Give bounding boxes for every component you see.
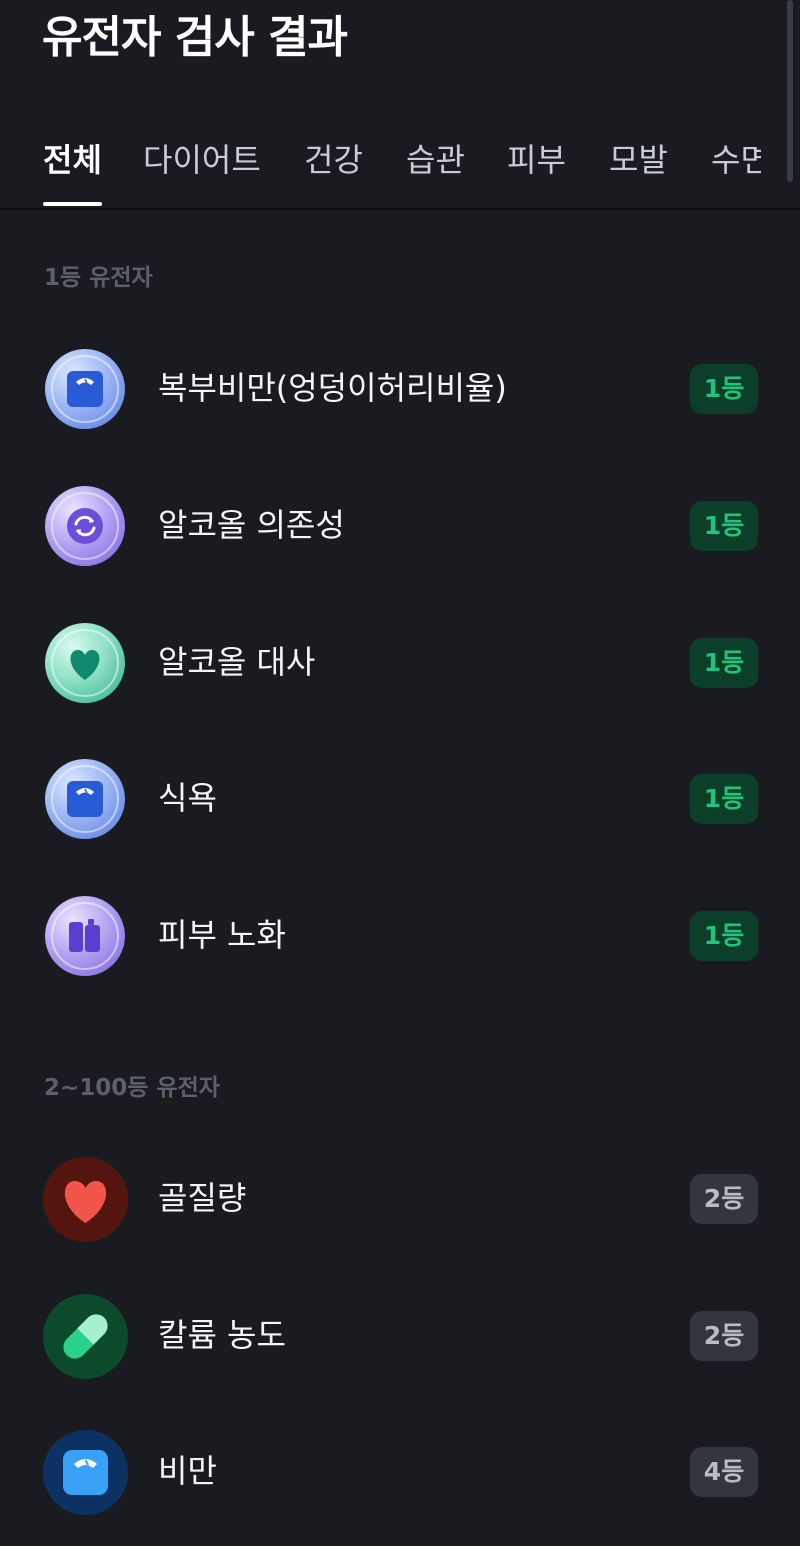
tab-habit[interactable]: 습관 [406,138,465,182]
refresh-icon [44,485,126,567]
list-item[interactable]: 복부비만(엉덩이허리비율) 1등 [0,338,800,438]
cosmetics-icon [44,895,126,977]
rank-badge: 1등 [690,638,758,688]
tab-hair[interactable]: 모발 [609,138,668,182]
section-header-other-rank: 2~100등 유전자 [44,1075,220,1101]
gene-trait-label: 골질량 [158,1179,247,1217]
list-item[interactable]: 칼륨 농도 2등 [0,1285,800,1385]
category-tabs: 전체 다이어트 건강 습관 피부 모발 수면 [0,130,800,210]
list-item[interactable]: 골질량 2등 [0,1148,800,1248]
gene-trait-label: 칼륨 농도 [158,1316,286,1354]
rank-badge: 1등 [690,501,758,551]
heart-icon [43,1157,128,1242]
rank-badge: 2등 [690,1311,758,1361]
tab-sleep[interactable]: 수면 [711,138,761,182]
gene-trait-label: 알코올 의존성 [158,506,345,544]
tab-scrollbar[interactable] [787,0,793,182]
list-item[interactable]: 비만 4등 [0,1421,800,1521]
section-header-first-rank: 1등 유전자 [44,265,153,291]
gene-trait-label: 비만 [158,1452,217,1490]
gene-trait-label: 복부비만(엉덩이허리비율) [158,369,507,407]
rank-badge: 1등 [690,774,758,824]
list-item[interactable]: 피부 노화 1등 [0,885,800,985]
scale-icon [44,348,126,430]
gene-trait-label: 식욕 [158,779,217,817]
rank-badge: 2등 [690,1174,758,1224]
gene-trait-label: 알코올 대사 [158,643,316,681]
tab-health[interactable]: 건강 [304,138,363,182]
pill-icon [43,1294,128,1379]
list-item[interactable]: 알코올 대사 1등 [0,612,800,712]
tab-all[interactable]: 전체 [43,138,102,182]
heart-icon [44,622,126,704]
scale-icon [44,758,126,840]
list-item[interactable]: 식욕 1등 [0,748,800,848]
gene-trait-label: 피부 노화 [158,916,286,954]
active-tab-indicator [43,202,102,206]
tab-diet[interactable]: 다이어트 [143,138,261,182]
page-title: 유전자 검사 결과 [42,12,348,63]
scale-icon [43,1430,128,1515]
rank-badge: 1등 [690,364,758,414]
list-item[interactable]: 알코올 의존성 1등 [0,475,800,575]
rank-badge: 4등 [690,1447,758,1497]
tab-skin[interactable]: 피부 [507,138,566,182]
rank-badge: 1등 [690,911,758,961]
